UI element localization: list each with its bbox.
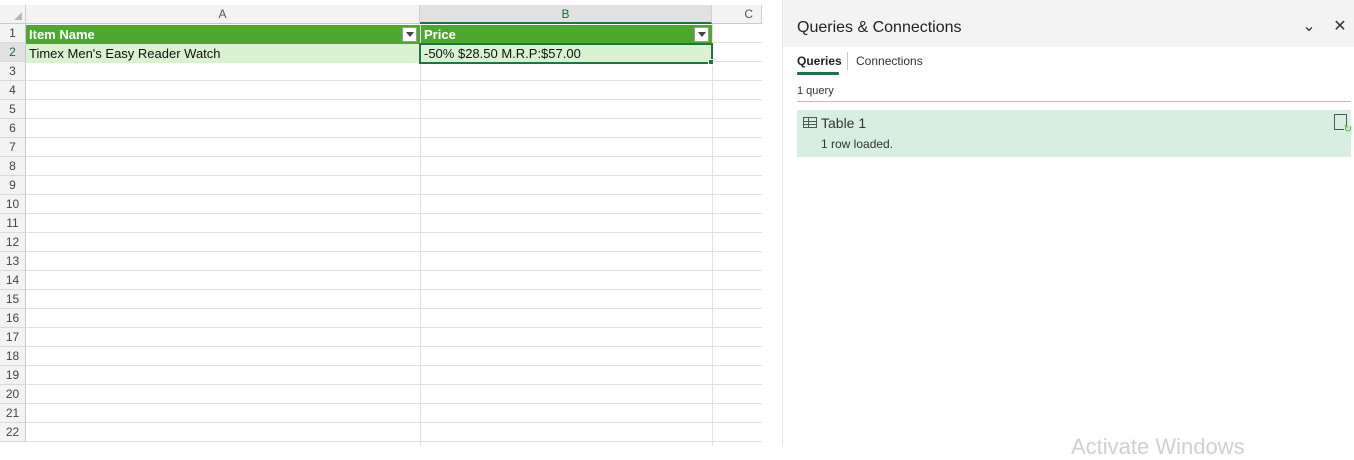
row-header[interactable]: 1 — [0, 24, 26, 43]
row-header[interactable]: 3 — [0, 62, 26, 81]
row-gridline — [26, 365, 762, 366]
chevron-down-icon[interactable]: ⌄ — [1298, 16, 1320, 38]
row-header[interactable]: 9 — [0, 176, 26, 195]
row-header[interactable]: 11 — [0, 214, 26, 233]
table-header-label: Item Name — [29, 27, 95, 42]
row-header[interactable]: 19 — [0, 366, 26, 385]
row-header[interactable]: 6 — [0, 119, 26, 138]
row-gridline — [26, 384, 762, 385]
row-header[interactable]: 12 — [0, 233, 26, 252]
pane-title: Queries & Connections — [797, 19, 962, 36]
row-header[interactable]: 8 — [0, 157, 26, 176]
divider — [797, 101, 1351, 102]
row-gridline — [26, 194, 762, 195]
table-cell-item-name[interactable]: Timex Men's Easy Reader Watch — [26, 44, 420, 63]
row-gridline — [26, 346, 762, 347]
row-gridline — [26, 232, 762, 233]
row-header[interactable]: 18 — [0, 347, 26, 366]
row-gridline — [26, 99, 762, 100]
row-header[interactable]: 13 — [0, 252, 26, 271]
fill-handle[interactable] — [708, 59, 714, 65]
row-gridline — [26, 403, 762, 404]
row-gridline — [26, 137, 762, 138]
column-divider-a-b — [420, 24, 421, 446]
table-header-item-name[interactable]: Item Name — [26, 25, 420, 44]
table-icon — [803, 117, 817, 128]
query-count: 1 query — [797, 85, 834, 97]
spreadsheet-grid[interactable]: A B C 1 2 3 4 5 6 7 8 9 10 11 12 13 14 15 16 17 18 19 20 21 2… — [0, 0, 762, 446]
close-icon[interactable]: ✕ — [1329, 16, 1351, 38]
query-name: Table 1 — [821, 115, 867, 131]
column-header-c[interactable]: C — [712, 5, 762, 24]
filter-dropdown-icon[interactable] — [402, 27, 417, 42]
table-header-label: Price — [424, 27, 456, 42]
table-header-price[interactable]: Price — [421, 25, 712, 44]
table-cell-price[interactable]: -50% $28.50 M.R.P:$57.00 — [421, 44, 712, 63]
active-tab-indicator — [797, 72, 839, 75]
row-gridline — [26, 251, 762, 252]
select-all-triangle — [14, 12, 22, 20]
row-header[interactable]: 5 — [0, 100, 26, 119]
row-gridline — [26, 422, 762, 423]
row-header[interactable]: 10 — [0, 195, 26, 214]
column-header-a[interactable]: A — [26, 5, 420, 24]
select-all-corner[interactable] — [0, 5, 26, 24]
row-gridline — [26, 80, 762, 81]
row-gridline — [26, 175, 762, 176]
row-header[interactable]: 21 — [0, 404, 26, 423]
tab-queries[interactable]: Queries — [797, 54, 842, 68]
row-header[interactable]: 16 — [0, 309, 26, 328]
filter-dropdown-icon[interactable] — [694, 27, 709, 42]
row-gridline — [26, 289, 762, 290]
row-header[interactable]: 2 — [0, 43, 26, 62]
row-gridline — [26, 270, 762, 271]
queries-connections-pane: Queries & Connections ⌄ ✕ Queries Connec… — [782, 0, 1354, 459]
query-status: 1 row loaded. — [821, 137, 894, 151]
row-header[interactable]: 17 — [0, 328, 26, 347]
query-item-table-1[interactable]: Table 1 1 row loaded. — [797, 110, 1352, 157]
refresh-icon[interactable] — [1334, 114, 1352, 135]
row-header[interactable]: 22 — [0, 423, 26, 442]
column-header-b[interactable]: B — [420, 5, 712, 24]
row-gridline — [26, 327, 762, 328]
tab-connections[interactable]: Connections — [856, 54, 923, 68]
pane-header: Queries & Connections ⌄ ✕ — [783, 0, 1354, 47]
row-header[interactable]: 14 — [0, 271, 26, 290]
row-gridline — [26, 308, 762, 309]
row-gridline — [26, 213, 762, 214]
row-header[interactable]: 20 — [0, 385, 26, 404]
activation-watermark: Activate Windows — [1071, 434, 1245, 459]
row-header[interactable]: 15 — [0, 290, 26, 309]
row-header[interactable]: 4 — [0, 81, 26, 100]
row-header[interactable]: 7 — [0, 138, 26, 157]
tab-separator — [847, 52, 848, 70]
row-gridline — [26, 156, 762, 157]
row-gridline — [26, 441, 762, 442]
row-gridline — [26, 118, 762, 119]
column-divider-b-c — [712, 24, 713, 446]
